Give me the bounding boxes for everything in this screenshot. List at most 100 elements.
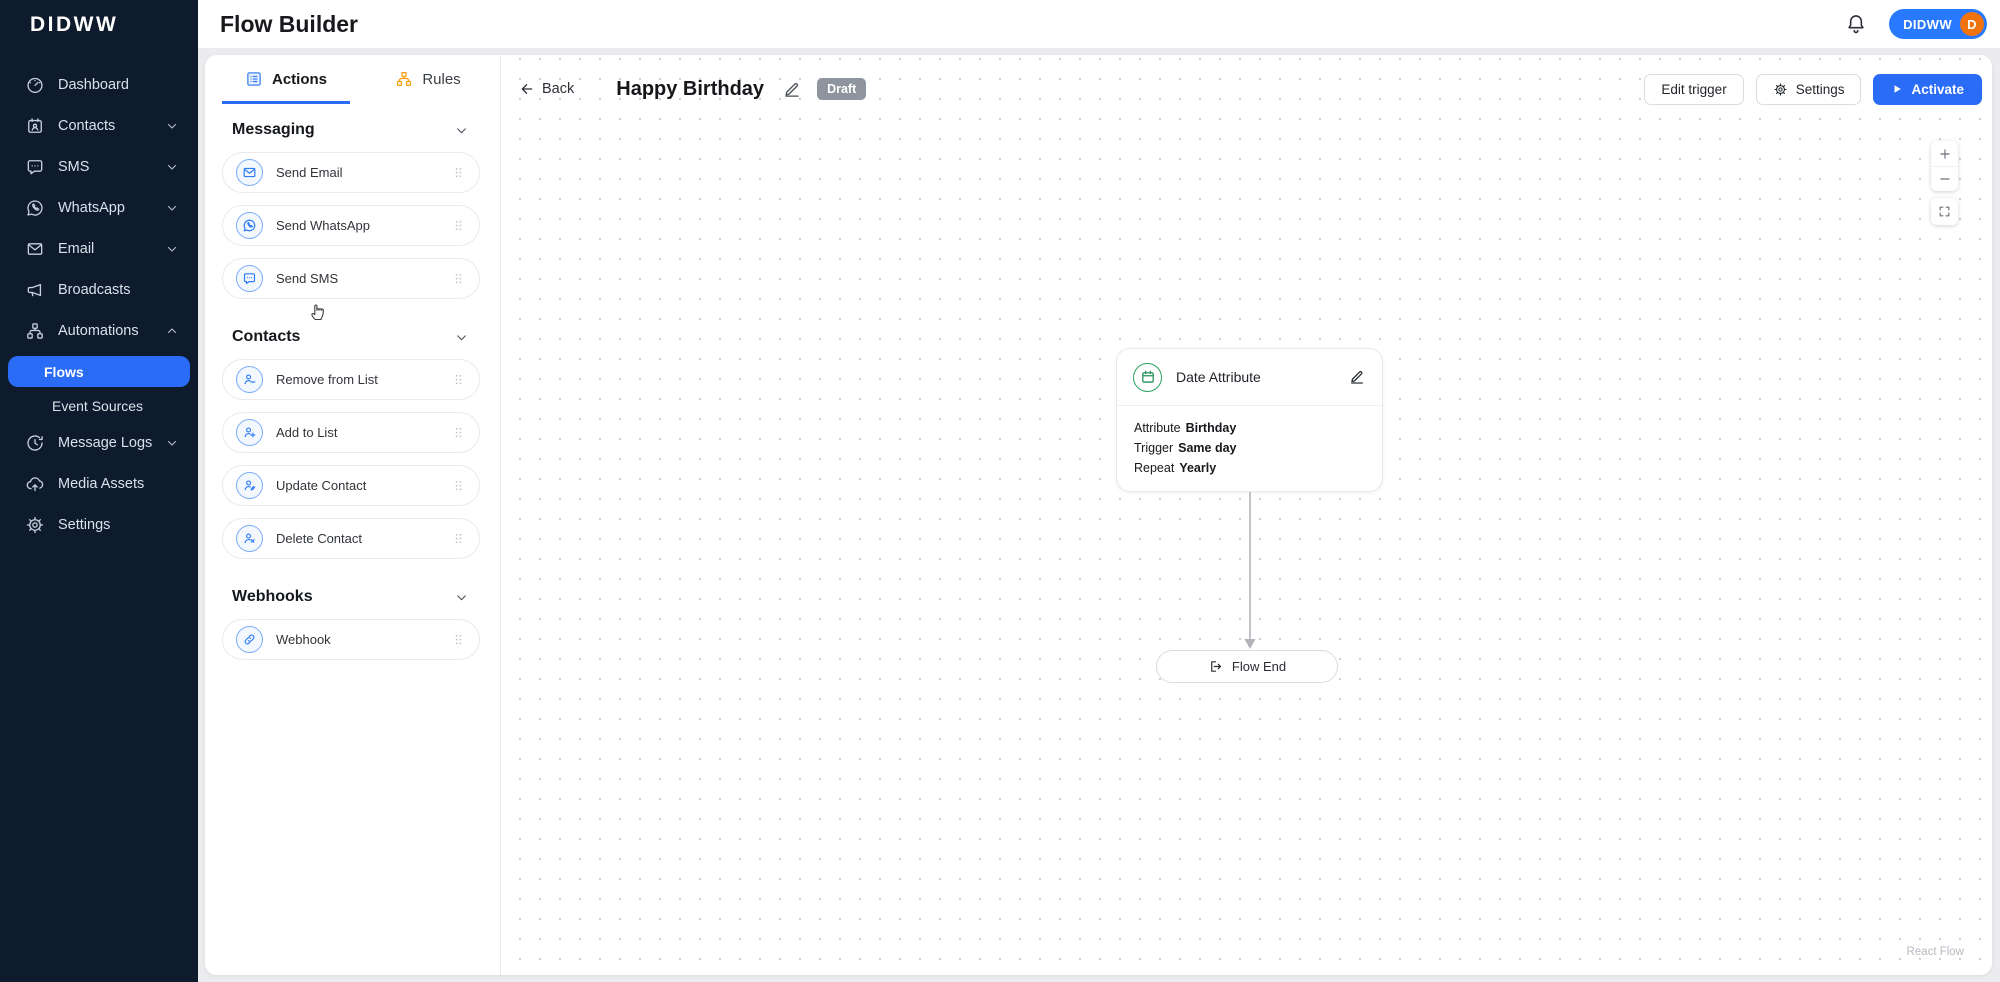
notification-bell-icon[interactable] — [1845, 13, 1867, 35]
section-header-messaging[interactable]: Messaging — [232, 121, 480, 139]
canvas-toolbar: Back Happy Birthday Draft Edit trigger S… — [502, 55, 1992, 113]
flow-edge-connector — [1244, 492, 1256, 649]
sidebar-item-event-sources[interactable]: Event Sources — [0, 389, 198, 422]
edit-trigger-button[interactable]: Edit trigger — [1644, 73, 1744, 105]
sidebar-item-label: WhatsApp — [58, 199, 125, 216]
action-label: Webhook — [276, 632, 331, 647]
action-label: Remove from List — [276, 372, 378, 387]
action-send-sms[interactable]: Send SMS — [222, 258, 480, 299]
action-remove-from-list[interactable]: Remove from List — [222, 359, 480, 400]
didww-logo: DIDWW — [30, 13, 119, 36]
drag-handle-icon[interactable] — [451, 531, 466, 546]
edit-node-pencil-icon[interactable] — [1348, 368, 1366, 386]
whatsapp-icon — [27, 199, 43, 216]
sidebar-item-settings[interactable]: Settings — [0, 504, 198, 545]
flow-end-exit-icon — [1211, 661, 1221, 672]
zoom-controls — [1931, 141, 1958, 225]
remove-from-list-icon — [236, 366, 263, 393]
message-logs-icon — [27, 434, 43, 451]
sidebar-item-email[interactable]: Email — [0, 228, 198, 269]
add-to-list-icon — [236, 419, 263, 446]
sidebar-item-whatsapp[interactable]: WhatsApp — [0, 187, 198, 228]
section-header-webhooks[interactable]: Webhooks — [232, 588, 480, 606]
drag-handle-icon[interactable] — [451, 271, 466, 286]
sidebar-item-broadcasts[interactable]: Broadcasts — [0, 269, 198, 310]
tab-rules[interactable]: Rules — [364, 70, 492, 104]
sidebar-item-message-logs[interactable]: Message Logs — [0, 422, 198, 463]
send-whatsapp-icon — [236, 212, 263, 239]
sidebar-item-label: Contacts — [58, 117, 116, 134]
node-field-trigger: Trigger Same day — [1134, 441, 1237, 455]
tab-actions[interactable]: Actions — [222, 70, 350, 104]
chevron-down-icon — [167, 440, 177, 446]
action-label: Send Email — [276, 165, 343, 180]
action-send-whatsapp[interactable]: Send WhatsApp — [222, 205, 480, 246]
chevron-down-icon — [457, 127, 466, 133]
node-title: Date Attribute — [1176, 369, 1261, 385]
action-add-to-list[interactable]: Add to List — [222, 412, 480, 453]
drag-handle-icon[interactable] — [451, 218, 466, 233]
tab-label: Actions — [271, 70, 327, 88]
edit-title-pencil-icon[interactable] — [783, 80, 801, 98]
sidebar-item-automations[interactable]: Automations — [0, 310, 198, 351]
drag-handle-icon[interactable] — [451, 632, 466, 647]
action-delete-contact[interactable]: Delete Contact — [222, 518, 480, 559]
chevron-down-icon — [167, 246, 177, 252]
action-label: Send WhatsApp — [276, 218, 370, 233]
sidebar-item-sms[interactable]: SMS — [0, 146, 198, 187]
drag-handle-icon[interactable] — [451, 425, 466, 440]
drag-handle-icon[interactable] — [451, 165, 466, 180]
node-date-attribute[interactable]: Date Attribute Attribute Birthday Trigger… — [1116, 348, 1383, 492]
sidebar-item-contacts[interactable]: Contacts — [0, 105, 198, 146]
action-update-contact[interactable]: Update Contact — [222, 465, 480, 506]
sidebar-item-label: SMS — [58, 158, 90, 175]
account-label: DIDWW — [1903, 16, 1952, 32]
avatar: D — [1960, 12, 1984, 36]
main-card: Actions Rules Messaging Send Email Send … — [205, 55, 1992, 975]
rules-sitemap-icon — [397, 71, 412, 87]
automations-icon — [27, 322, 43, 339]
update-contact-icon — [236, 472, 263, 499]
back-button[interactable]: Back — [519, 81, 574, 97]
chevron-down-icon — [167, 205, 177, 211]
sidebar-item-media-assets[interactable]: Media Assets — [0, 463, 198, 504]
webhook-link-icon — [236, 626, 263, 653]
zoom-out-button[interactable] — [1931, 166, 1958, 191]
panel-tabs: Actions Rules — [205, 55, 500, 104]
email-icon — [27, 242, 43, 255]
sidebar-item-label: Automations — [58, 322, 139, 339]
sidebar-item-dashboard[interactable]: Dashboard — [0, 64, 198, 105]
account-button[interactable]: DIDWW D — [1889, 9, 1987, 39]
action-label: Add to List — [276, 425, 338, 440]
drag-handle-icon[interactable] — [451, 372, 466, 387]
chevron-down-icon — [457, 334, 466, 340]
sidebar-item-flows[interactable]: Flows — [8, 356, 190, 387]
chevron-down-icon — [167, 123, 177, 129]
sidebar: DIDWW Dashboard Contacts SMS WhatsApp Em… — [0, 0, 198, 982]
send-email-icon — [236, 159, 263, 186]
broadcasts-icon — [27, 283, 42, 296]
action-webhook[interactable]: Webhook — [222, 619, 480, 660]
action-send-email[interactable]: Send Email — [222, 152, 480, 193]
fit-view-button[interactable] — [1931, 198, 1958, 225]
gear-icon — [26, 516, 44, 533]
date-attribute-calendar-icon — [1133, 362, 1162, 392]
action-label: Update Contact — [276, 478, 367, 493]
send-sms-icon — [236, 265, 263, 292]
chevron-down-icon — [457, 594, 466, 600]
contacts-icon — [28, 117, 42, 133]
node-flow-end[interactable]: Flow End — [1156, 650, 1338, 683]
sms-icon — [27, 159, 43, 174]
node-field-attribute: Attribute Birthday — [1134, 421, 1237, 435]
zoom-in-button[interactable] — [1931, 141, 1958, 166]
drag-handle-icon[interactable] — [451, 478, 466, 493]
page-title: Flow Builder — [220, 10, 358, 37]
settings-button[interactable]: Settings — [1755, 73, 1862, 105]
action-label: Send SMS — [276, 271, 339, 286]
section-header-contacts[interactable]: Contacts — [232, 328, 480, 346]
minus-icon — [1939, 178, 1950, 180]
sidebar-item-label: Dashboard — [58, 76, 129, 93]
tab-label: Rules — [422, 70, 461, 88]
activate-button[interactable]: Activate — [1873, 73, 1982, 105]
flow-canvas[interactable]: Back Happy Birthday Draft Edit trigger S… — [502, 55, 1992, 975]
